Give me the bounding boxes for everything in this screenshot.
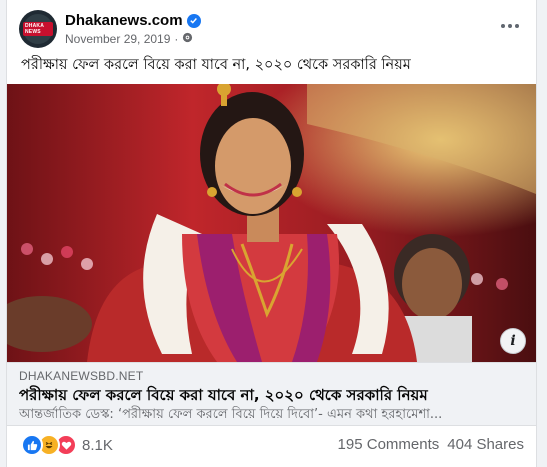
avatar-badge: DHAKA NEWS [23,22,53,36]
page-name[interactable]: Dhakanews.com [65,12,201,29]
reactions-summary[interactable]: 8.1K [21,434,113,456]
wedding-photo-image [7,84,536,362]
reaction-count[interactable]: 8.1K [82,437,113,454]
more-options-button[interactable] [496,16,524,36]
dot [501,24,505,28]
avatar-logo: DHAKA NEWS [23,14,53,44]
verified-badge-icon [186,13,201,28]
dot [515,24,519,28]
post-meta: November 29, 2019 · [65,32,193,46]
link-domain: DHAKANEWSBD.NET [19,369,144,383]
post-footer: 8.1K 195 Comments 404 Shares [19,432,524,460]
like-icon [21,434,43,456]
info-button[interactable]: i [500,328,526,354]
post-stats: 195 Comments 404 Shares [338,436,524,453]
link-preview[interactable]: DHAKANEWSBD.NET পরীক্ষায় ফেল করলে বিয়ে… [7,362,536,426]
post-card: DHAKA NEWS Dhakanews.com November 29, 20… [6,0,537,467]
post-date[interactable]: November 29, 2019 [65,32,170,46]
shares-count[interactable]: 404 Shares [447,436,524,453]
avatar[interactable]: DHAKA NEWS [19,10,57,48]
page-name-label[interactable]: Dhakanews.com [65,12,183,29]
post-photo[interactable]: i [7,84,536,362]
post-text: পরীক্ষায় ফেল করলে বিয়ে করা যাবে না, ২০… [21,57,411,73]
link-description: আন্তর্জাতিক ডেস্ক: ‘পরীক্ষায় ফেল করলে ব… [19,407,443,422]
dot [508,24,512,28]
globe-icon [182,32,193,46]
meta-separator: · [174,32,179,46]
post-header: DHAKA NEWS Dhakanews.com November 29, 20… [19,10,524,50]
comments-count[interactable]: 195 Comments [338,436,440,453]
